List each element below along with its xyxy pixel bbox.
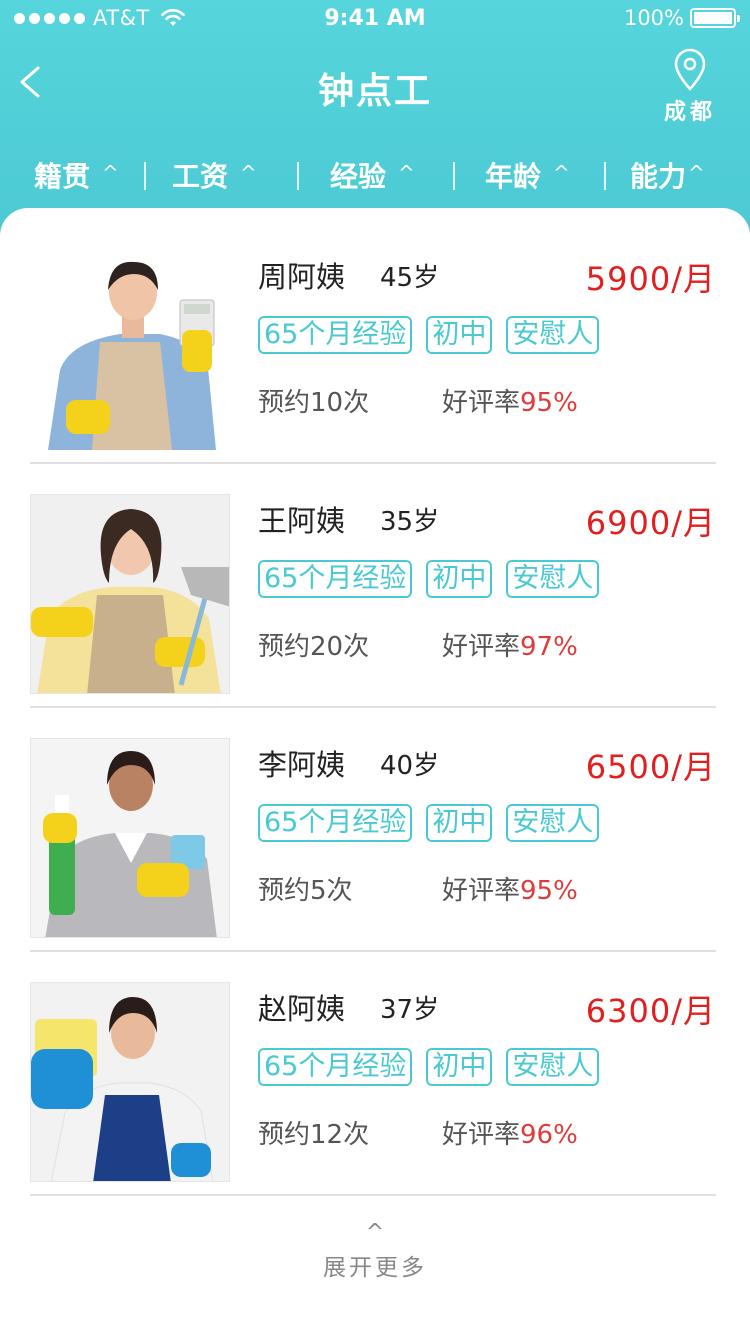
tag-education: 初中: [426, 316, 493, 354]
booking-count: 预约12次: [258, 1120, 370, 1150]
worker-card[interactable]: 赵阿姨 37岁 6300/月 65个月经验 初中 安慰人 预约12次 好评率96…: [30, 952, 716, 1196]
battery-percent: 100%: [623, 6, 684, 30]
rating-value: 95%: [520, 876, 578, 906]
tag-skill: 安慰人: [506, 560, 600, 598]
expand-more-button[interactable]: ^ 展开更多: [0, 1220, 750, 1282]
worker-photo: [30, 494, 230, 694]
worker-salary: 5900/月: [585, 260, 716, 298]
status-bar: AT&T 9:41 AM 100%: [0, 0, 750, 40]
rating: 好评率95%: [442, 382, 578, 419]
filter-divider: [297, 162, 299, 190]
worker-name: 李阿姨: [258, 748, 346, 782]
tag-list: 65个月经验 初中 安慰人: [258, 560, 600, 598]
worker-age: 37岁: [380, 995, 440, 1025]
filter-divider: [144, 162, 146, 190]
header: AT&T 9:41 AM 100% 钟点工 成都 籍贯 ^ 工资 ^ 经验 ^ 年龄 ^: [0, 0, 750, 240]
filter-label: 能力: [630, 160, 687, 193]
expand-more-label: 展开更多: [323, 1255, 427, 1281]
caret-up-icon: ^: [553, 161, 570, 185]
page-title: 钟点工: [317, 71, 432, 112]
tag-list: 65个月经验 初中 安慰人: [258, 804, 600, 842]
filter-salary[interactable]: 工资 ^: [172, 155, 257, 195]
rating-label: 好评率: [442, 1120, 521, 1150]
tag-list: 65个月经验 初中 安慰人: [258, 1048, 600, 1086]
caret-up-icon: ^: [398, 161, 415, 185]
filter-divider: [604, 162, 606, 190]
filter-experience[interactable]: 经验 ^: [330, 155, 415, 195]
worker-name: 赵阿姨: [258, 992, 346, 1026]
tag-experience: 65个月经验: [258, 804, 413, 842]
worker-card[interactable]: 王阿姨 35岁 6900/月 65个月经验 初中 安慰人 预约20次 好评率97…: [30, 464, 716, 708]
tag-experience: 65个月经验: [258, 1048, 413, 1086]
location-selector[interactable]: 成都: [660, 48, 720, 126]
worker-salary: 6300/月: [585, 992, 716, 1030]
caret-up-icon: ^: [240, 161, 257, 185]
booking-count: 预约20次: [258, 632, 370, 662]
status-right: 100%: [623, 6, 740, 30]
filter-age[interactable]: 年龄 ^: [485, 155, 570, 195]
filter-ability[interactable]: 能力 ^: [630, 155, 705, 195]
filter-label: 籍贯: [34, 160, 91, 193]
worker-age: 45岁: [380, 263, 440, 293]
worker-card[interactable]: 周阿姨 45岁 5900/月 65个月经验 初中 安慰人 预约10次 好评率95…: [30, 220, 716, 464]
tag-skill: 安慰人: [506, 804, 600, 842]
tag-skill: 安慰人: [506, 316, 600, 354]
rating: 好评率95%: [442, 870, 578, 907]
worker-name: 周阿姨: [258, 260, 346, 294]
tag-experience: 65个月经验: [258, 560, 413, 598]
tag-skill: 安慰人: [506, 1048, 600, 1086]
tag-list: 65个月经验 初中 安慰人: [258, 316, 600, 354]
rating-label: 好评率: [442, 632, 521, 662]
worker-photo: [30, 738, 230, 938]
booking-count: 预约5次: [258, 876, 353, 906]
caret-up-icon: ^: [102, 161, 119, 185]
worker-age: 40岁: [380, 751, 440, 781]
worker-age: 35岁: [380, 507, 440, 537]
rating-value: 95%: [520, 388, 578, 418]
filter-native-place[interactable]: 籍贯 ^: [34, 155, 119, 195]
rating-label: 好评率: [442, 388, 521, 418]
worker-photo: [30, 982, 230, 1182]
filter-label: 工资: [172, 160, 229, 193]
location-city: 成都: [663, 100, 716, 125]
location-pin-icon: [674, 48, 706, 91]
worker-card[interactable]: 李阿姨 40岁 6500/月 65个月经验 初中 安慰人 预约5次 好评率95%: [30, 708, 716, 952]
worker-salary: 6500/月: [585, 748, 716, 786]
caret-up-icon: ^: [365, 1220, 385, 1245]
worker-photo: [30, 250, 230, 450]
caret-up-icon: ^: [688, 161, 705, 185]
rating-value: 97%: [520, 632, 578, 662]
tag-education: 初中: [426, 1048, 493, 1086]
filter-divider: [453, 162, 455, 190]
filter-label: 年龄: [485, 160, 542, 193]
booking-count: 预约10次: [258, 388, 370, 418]
filter-bar: 籍贯 ^ 工资 ^ 经验 ^ 年龄 ^ 能力 ^: [0, 150, 750, 200]
worker-salary: 6900/月: [585, 504, 716, 542]
battery-icon: [690, 8, 740, 28]
rating: 好评率97%: [442, 626, 578, 663]
filter-label: 经验: [330, 160, 387, 193]
worker-list: 周阿姨 45岁 5900/月 65个月经验 初中 安慰人 预约10次 好评率95…: [0, 208, 750, 1334]
tag-education: 初中: [426, 804, 493, 842]
rating-label: 好评率: [442, 876, 521, 906]
worker-name: 王阿姨: [258, 504, 346, 538]
rating: 好评率96%: [442, 1114, 578, 1151]
tag-experience: 65个月经验: [258, 316, 413, 354]
tag-education: 初中: [426, 560, 493, 598]
rating-value: 96%: [520, 1120, 578, 1150]
